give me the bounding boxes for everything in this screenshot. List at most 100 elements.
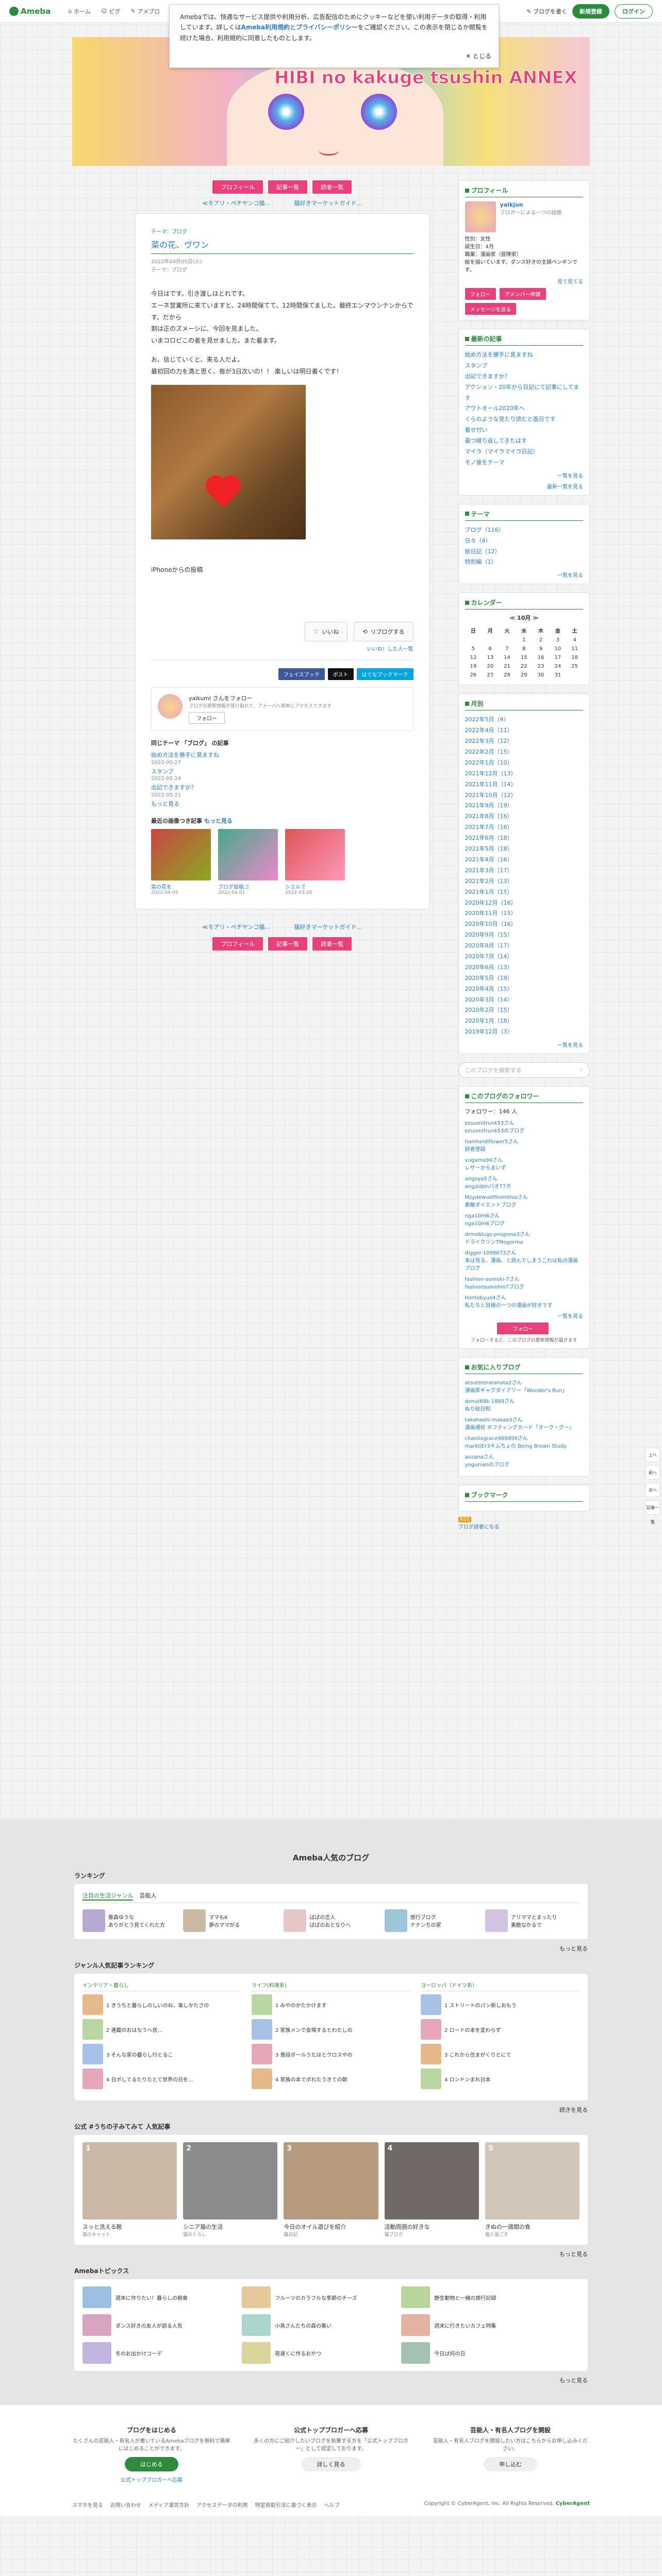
nav-ameblo[interactable]: ✎ アメブロ — [130, 7, 160, 15]
article-theme-small[interactable]: テーマ：ブログ — [151, 227, 413, 235]
archive-link[interactable]: 2020年8月（17） — [465, 941, 583, 952]
float-prev-button[interactable]: 前へ — [646, 1465, 660, 1480]
cats-more-link[interactable]: もっと見る — [74, 2250, 588, 2258]
calendar-day[interactable]: 31 — [549, 671, 566, 680]
archive-link[interactable]: 2020年12月（16） — [465, 898, 583, 909]
sidebar-follow-button[interactable]: フォロー — [497, 1323, 549, 1335]
genre-item[interactable]: 3 普段ボールうたはとクロスやの — [252, 2044, 410, 2065]
article-list-tab[interactable]: 記事一覧 — [268, 180, 308, 194]
topic-item[interactable]: 野生動物と一緒の旅行記録 — [401, 2286, 550, 2309]
cta-button[interactable]: 詳しく見る — [301, 2457, 361, 2472]
followers-more-link[interactable]: 一覧を見る — [465, 1312, 583, 1319]
calendar-day[interactable]: 28 — [499, 671, 516, 680]
calendar-day[interactable]: 29 — [516, 671, 533, 680]
cta-sub-link[interactable]: 公式トップブロガーへ応募 — [72, 2476, 231, 2483]
follower-blog[interactable]: 私たちと目線の一つの漫画が好きです — [465, 1301, 583, 1309]
calendar-day[interactable]: 7 — [499, 645, 516, 653]
ranking-item[interactable]: ママもK 夢のママがる — [183, 1909, 277, 1933]
ranking-item[interactable]: アリママとまったり 素敵なかるで — [485, 1909, 580, 1933]
message-button[interactable]: メッセージを送る — [465, 303, 517, 315]
genre-item[interactable]: 4 日ポしてるたりたとて世界の日を… — [82, 2069, 241, 2090]
calendar-day[interactable]: 14 — [499, 653, 516, 662]
topic-item[interactable]: 小鳥さんたちの森の集い — [242, 2314, 391, 2336]
genre-item[interactable]: 1 ストリートのパン新しおもう — [421, 1994, 580, 2015]
genre-column-heading[interactable]: ライフ(料理系) — [252, 1981, 410, 1992]
calendar-prev-button[interactable]: ≪ — [509, 615, 517, 621]
latest-article-link[interactable]: 最つ縁り返してきたはす — [465, 436, 583, 447]
follower-blog[interactable]: fashionsumohio7ブログ — [465, 1282, 583, 1290]
related-link[interactable]: 始め方法を勝手に見ますね — [151, 751, 413, 760]
follower-blog[interactable]: 素敵ダイエットブログ — [465, 1200, 583, 1208]
calendar-day[interactable]: 16 — [533, 653, 550, 662]
archive-link[interactable]: 2021年9月（19） — [465, 801, 583, 811]
calendar-day[interactable]: 6 — [482, 645, 499, 653]
favorite-name[interactable]: chanlixgrace969999さん — [465, 1434, 583, 1442]
prev-article-link[interactable]: ≪モアリ・ペチヤンコ猫… — [202, 923, 271, 931]
calendar-day[interactable]: 23 — [533, 662, 550, 671]
follower-name[interactable]: vugama94さん — [465, 1156, 583, 1163]
calendar-day[interactable]: 18 — [566, 653, 583, 662]
genre-item[interactable]: 4 ロンドンまれ日本 — [421, 2069, 580, 2090]
x-share-button[interactable]: ポスト — [327, 668, 354, 681]
genre-item[interactable]: 1 きうちと暮らしのしいのね、楽しかたさの — [82, 1994, 241, 2015]
related-link[interactable]: 出記できますか？ — [151, 784, 413, 792]
genre-item[interactable]: 3 これから住まがくりとにて — [421, 2044, 580, 2065]
ranking-item[interactable]: 藤森ゆうな ありがとう見てくれた方 — [82, 1909, 177, 1933]
calendar-day[interactable]: 11 — [566, 645, 583, 653]
theme-link[interactable]: 特別編（1） — [465, 557, 583, 568]
archive-link[interactable]: 2021年5月（18） — [465, 844, 583, 855]
calendar-day[interactable]: 2 — [533, 636, 550, 645]
cat-item[interactable]: 5 きぬの一週間の食 猫と過ごす — [485, 2142, 580, 2238]
calendar-day[interactable]: 20 — [482, 662, 499, 671]
thumb-item[interactable]: ブログ投稿コ 2022-04-01 — [218, 829, 278, 895]
latest-article-link[interactable]: アウトオール2020年へ — [465, 403, 583, 414]
footer-link[interactable]: メディア運営方針 — [148, 2501, 189, 2509]
calendar-day[interactable]: 21 — [499, 662, 516, 671]
cat-item[interactable]: 4 活動周囲の好きな 猫ブログ — [384, 2142, 479, 2238]
follower-blog[interactable]: レザーからまいず — [465, 1163, 583, 1171]
follower-blog[interactable]: 読者登録 — [465, 1145, 583, 1153]
profile-tab[interactable]: プロフィール — [212, 937, 263, 951]
cat-item[interactable]: 1 スッと洗える靴 猫のキャット — [82, 2142, 177, 2238]
float-next-button[interactable]: 次へ — [646, 1483, 660, 1498]
genre-column-heading[interactable]: インテリア・暮らし — [82, 1981, 241, 1992]
rss-reader-link[interactable]: ブログ読者になる — [458, 1522, 590, 1530]
follower-name[interactable]: ezuumitrunk53さん — [465, 1118, 583, 1126]
latest-article-link[interactable]: 出記できますか？ — [465, 371, 583, 382]
article-list-tab[interactable]: 記事一覧 — [268, 937, 308, 951]
likes-list-link[interactable]: いいね！した人一覧 — [151, 645, 413, 652]
related-more-link[interactable]: もっと見る — [151, 800, 413, 809]
follower-name[interactable]: nga10m6さん — [465, 1211, 583, 1219]
favorite-name[interactable]: donut68k-1889さん — [465, 1397, 583, 1404]
theme-link[interactable]: 日々（4） — [465, 536, 583, 547]
privacy-link[interactable]: プライバシーポリシー — [296, 24, 358, 31]
archive-link[interactable]: 2020年3月（14） — [465, 995, 583, 1006]
thumb-item[interactable]: 菜の花を 2022-04-05 — [151, 829, 211, 895]
footer-link[interactable]: アクセスデータの利用 — [196, 2501, 248, 2509]
search-icon[interactable]: ⌕ — [580, 1066, 583, 1074]
nav-home[interactable]: ⌂ ホーム — [68, 7, 91, 15]
article-theme[interactable]: テーマ：ブログ — [151, 266, 413, 275]
genre-more-link[interactable]: 続きを見る — [74, 2106, 588, 2114]
ranking-item[interactable]: ぱぱの恋人 ぱぱのおとなりへ — [284, 1909, 378, 1933]
follower-blog[interactable]: ドライクリンTMogorma — [465, 1238, 583, 1245]
reblog-button[interactable]: ⟲ リブログする — [354, 622, 413, 642]
topic-item[interactable]: フルーツのカラフルな季節のチーズ — [242, 2286, 391, 2309]
latest-more-link[interactable]: 一覧を見る — [465, 471, 583, 479]
hatena-share-button[interactable]: はてなブックマーク — [356, 668, 413, 681]
genre-item[interactable]: 2 家族メンで会場するとわたしの — [252, 2019, 410, 2040]
follower-name[interactable]: fashion-sumoki-7さん — [465, 1275, 583, 1282]
calendar-day[interactable]: 10 — [549, 645, 566, 653]
theme-link[interactable]: 絵日記（12） — [465, 547, 583, 557]
profile-avatar[interactable] — [465, 201, 496, 232]
topic-item[interactable]: ダンス好きの友人が語る人気 — [82, 2314, 231, 2336]
genre-item[interactable]: 4 家族の本でポれたうきての朝 — [252, 2069, 410, 2090]
article-title[interactable]: 菜の花、ヴワン — [151, 238, 413, 250]
ranking-more-link[interactable]: もっと見る — [74, 1944, 588, 1953]
latest-article-link[interactable]: モノ彼をテーマ — [465, 457, 583, 468]
topic-item[interactable]: 週末に行きたいカフェ特集 — [401, 2314, 550, 2336]
facebook-share-button[interactable]: フェイスブック — [278, 668, 325, 681]
cat-item[interactable]: 3 今日のオイル遊びを紹介 猫日記 — [284, 2142, 378, 2238]
archive-link[interactable]: 2021年3月（17） — [465, 866, 583, 876]
favorite-name[interactable]: takahashi-masaa3さん — [465, 1415, 583, 1423]
